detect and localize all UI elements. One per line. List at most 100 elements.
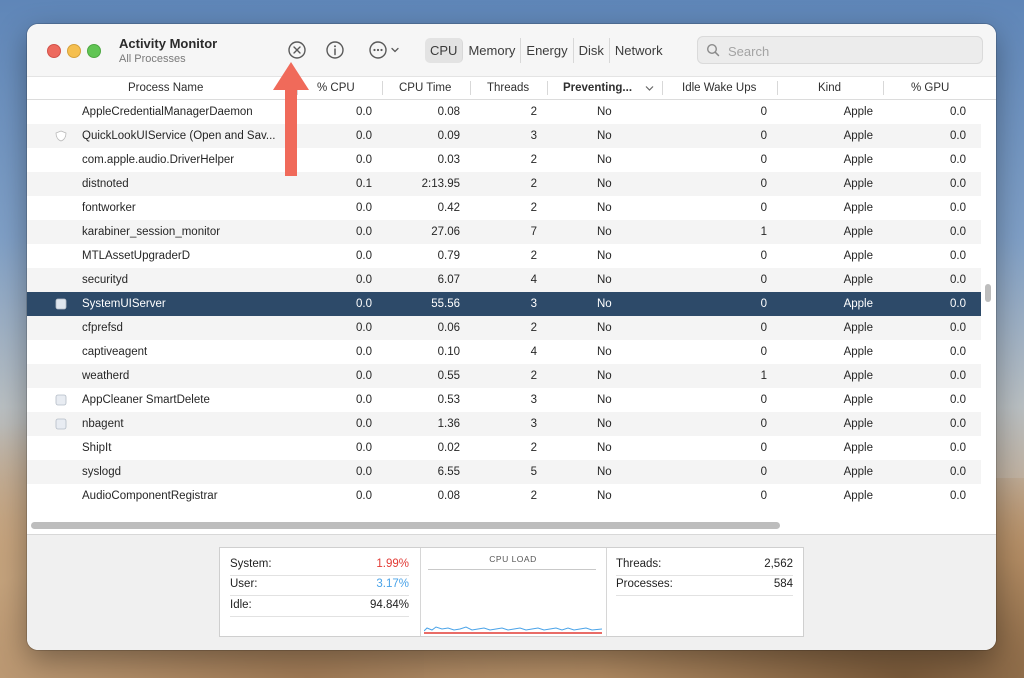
tab-disk[interactable]: Disk — [574, 38, 610, 63]
stop-process-icon — [288, 41, 306, 59]
gpu-percent-cell: 0.0 — [950, 178, 966, 190]
table-row[interactable]: ShipIt 0.0 0.02 2 No 0 Apple 0.0 — [27, 436, 981, 460]
column-header-cpu-time[interactable]: CPU Time — [399, 77, 451, 99]
threads-cell: 2 — [530, 442, 537, 454]
column-header-cpu[interactable]: % CPU — [317, 77, 355, 99]
zoom-window-button[interactable] — [87, 44, 101, 58]
gpu-percent-cell: 0.0 — [950, 226, 966, 238]
process-name-cell: captiveagent — [82, 346, 148, 358]
table-row[interactable]: fontworker 0.0 0.42 2 No 0 Apple 0.0 — [27, 196, 981, 220]
table-row[interactable]: syslogd 0.0 6.55 5 No 0 Apple 0.0 — [27, 460, 981, 484]
kind-cell: Apple — [843, 442, 873, 454]
cpu-time-cell: 0.42 — [437, 202, 460, 214]
process-name-cell: nbagent — [82, 418, 124, 430]
gpu-percent-cell: 0.0 — [950, 370, 966, 382]
column-separator[interactable] — [470, 81, 471, 95]
table-row[interactable]: captiveagent 0.0 0.10 4 No 0 Apple 0.0 — [27, 340, 981, 364]
kind-cell: Apple — [843, 490, 873, 502]
preventing-sleep-cell: No — [597, 106, 612, 118]
preventing-sleep-cell: No — [597, 370, 612, 382]
preventing-sleep-cell: No — [597, 250, 612, 262]
horizontal-scrollbar[interactable] — [31, 522, 780, 529]
idle-wake-ups-cell: 0 — [760, 250, 767, 262]
column-separator[interactable] — [662, 81, 663, 95]
table-row[interactable]: com.apple.audio.DriverHelper 0.0 0.03 2 No 0 A… — [27, 148, 981, 172]
stop-process-button[interactable] — [286, 39, 308, 61]
threads-label: Threads: — [616, 558, 662, 570]
table-row[interactable]: AppCleaner SmartDelete 0.0 0.53 3 No 0 Apple 0.… — [27, 388, 981, 412]
threads-value: 2,562 — [764, 558, 793, 570]
cpu-time-cell: 0.10 — [437, 346, 460, 358]
column-separator[interactable] — [382, 81, 383, 95]
vertical-scrollbar[interactable] — [985, 284, 991, 302]
column-header-kind[interactable]: Kind — [818, 77, 841, 99]
search-input[interactable] — [726, 40, 970, 62]
minimize-window-button[interactable] — [67, 44, 81, 58]
column-header-idle-wake-ups[interactable]: Idle Wake Ups — [682, 77, 756, 99]
preventing-sleep-cell: No — [597, 442, 612, 454]
cpu-percent-cell: 0.0 — [356, 274, 372, 286]
gpu-percent-cell: 0.0 — [950, 298, 966, 310]
table-row[interactable]: nbagent 0.0 1.36 3 No 0 Apple 0.0 — [27, 412, 981, 436]
table-row[interactable]: karabiner_session_monitor 0.0 27.06 7 No 1 App… — [27, 220, 981, 244]
preventing-sleep-cell: No — [597, 346, 612, 358]
column-header-process-name[interactable]: Process Name — [128, 77, 203, 99]
column-header-preventing-sleep[interactable]: Preventing... — [563, 77, 632, 99]
inspect-process-button[interactable] — [324, 39, 346, 61]
cpu-time-cell: 2:13.95 — [421, 178, 460, 190]
gpu-percent-cell: 0.0 — [950, 490, 966, 502]
kind-cell: Apple — [843, 346, 873, 358]
process-name-cell: distnoted — [82, 178, 129, 190]
table-row[interactable]: SystemUIServer 0.0 55.56 3 No 0 Apple 0.0 — [27, 292, 981, 316]
idle-wake-ups-cell: 0 — [760, 202, 767, 214]
close-window-button[interactable] — [47, 44, 61, 58]
kind-cell: Apple — [843, 298, 873, 310]
more-actions-button[interactable] — [364, 39, 404, 61]
cpu-time-cell: 1.36 — [437, 418, 460, 430]
table-row[interactable]: cfprefsd 0.0 0.06 2 No 0 Apple 0.0 — [27, 316, 981, 340]
user-label: User: — [230, 578, 258, 590]
cpu-percent-cell: 0.0 — [356, 442, 372, 454]
table-row[interactable]: weatherd 0.0 0.55 2 No 1 Apple 0.0 — [27, 364, 981, 388]
threads-cell: 2 — [530, 154, 537, 166]
cpu-load-title: CPU LOAD — [489, 554, 537, 564]
column-separator[interactable] — [883, 81, 884, 95]
search-field[interactable] — [697, 36, 983, 64]
idle-wake-ups-cell: 0 — [760, 154, 767, 166]
cpu-time-cell: 0.06 — [437, 322, 460, 334]
cpu-usage-stats: System: 1.99% User: 3.17% Idle: 94.84% — [220, 548, 421, 636]
idle-stat-row: Idle: 94.84% — [230, 596, 409, 617]
table-row[interactable]: securityd 0.0 6.07 4 No 0 Apple 0.0 — [27, 268, 981, 292]
table-row[interactable]: AppleCredentialManagerDaemon 0.0 0.08 2 No 0 A… — [27, 100, 981, 124]
graph-divider — [428, 569, 596, 570]
table-row[interactable]: AudioComponentRegistrar 0.0 0.08 2 No 0 Apple 0… — [27, 484, 981, 508]
cpu-percent-cell: 0.0 — [356, 322, 372, 334]
table-row[interactable]: MTLAssetUpgraderD 0.0 0.79 2 No 0 Apple 0.0 — [27, 244, 981, 268]
threads-cell: 2 — [530, 250, 537, 262]
cpu-time-cell: 27.06 — [431, 226, 460, 238]
preventing-sleep-cell: No — [597, 394, 612, 406]
search-icon — [706, 43, 720, 57]
tab-network[interactable]: Network — [610, 38, 668, 63]
column-separator[interactable] — [777, 81, 778, 95]
column-header-threads[interactable]: Threads — [487, 77, 529, 99]
gpu-percent-cell: 0.0 — [950, 418, 966, 430]
threads-cell: 2 — [530, 490, 537, 502]
column-header-gpu[interactable]: % GPU — [911, 77, 949, 99]
tab-cpu[interactable]: CPU — [425, 38, 464, 63]
kind-cell: Apple — [843, 394, 873, 406]
threads-cell: 2 — [530, 178, 537, 190]
cpu-time-cell: 55.56 — [431, 298, 460, 310]
system-value: 1.99% — [376, 558, 409, 570]
table-row[interactable]: distnoted 0.1 2:13.95 2 No 0 Apple 0.0 — [27, 172, 981, 196]
preventing-sleep-cell: No — [597, 274, 612, 286]
tab-memory[interactable]: Memory — [463, 38, 522, 63]
cpu-percent-cell: 0.0 — [356, 298, 372, 310]
cpu-summary-area: System: 1.99% User: 3.17% Idle: 94.84% C… — [27, 534, 996, 650]
column-separator[interactable] — [547, 81, 548, 95]
table-row[interactable]: QuickLookUIService (Open and Sav... 0.0 0.… — [27, 124, 981, 148]
gpu-percent-cell: 0.0 — [950, 106, 966, 118]
tab-energy[interactable]: Energy — [521, 38, 574, 63]
process-count-stats: Threads: 2,562 Processes: 584 — [606, 548, 803, 636]
process-name-cell: MTLAssetUpgraderD — [82, 250, 191, 262]
